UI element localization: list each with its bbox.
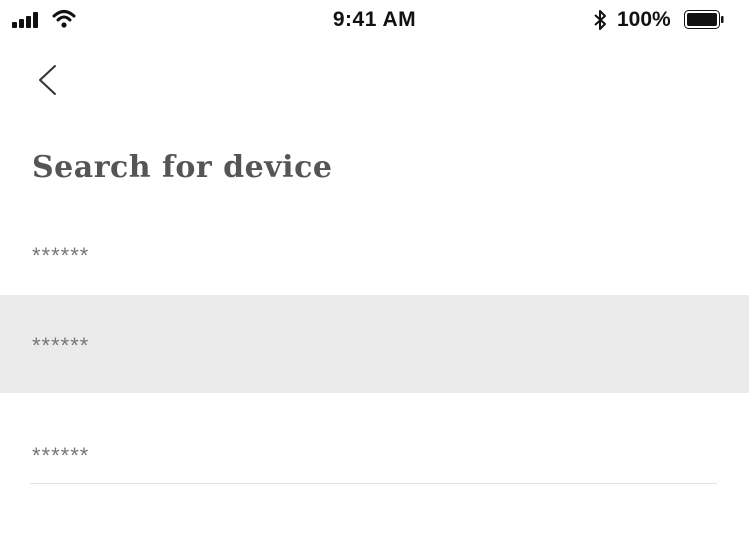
device-list-item[interactable]: ****** (0, 205, 749, 295)
device-list-item-selected[interactable]: ****** (0, 295, 749, 393)
device-name: ****** (32, 333, 90, 358)
chevron-left-icon (39, 65, 56, 95)
back-button[interactable] (28, 58, 68, 102)
device-name: ****** (32, 443, 90, 468)
device-name: ****** (32, 243, 90, 268)
device-list-item[interactable]: ****** (0, 393, 749, 485)
battery-icon (684, 10, 724, 29)
page-title: Search for device (32, 150, 333, 185)
device-list: ****** ****** ****** (0, 205, 749, 485)
bluetooth-icon (594, 10, 606, 30)
list-divider (30, 483, 717, 484)
status-bar: 9:41 AM 100% (0, 0, 749, 40)
battery-percent: 100% (617, 8, 671, 31)
